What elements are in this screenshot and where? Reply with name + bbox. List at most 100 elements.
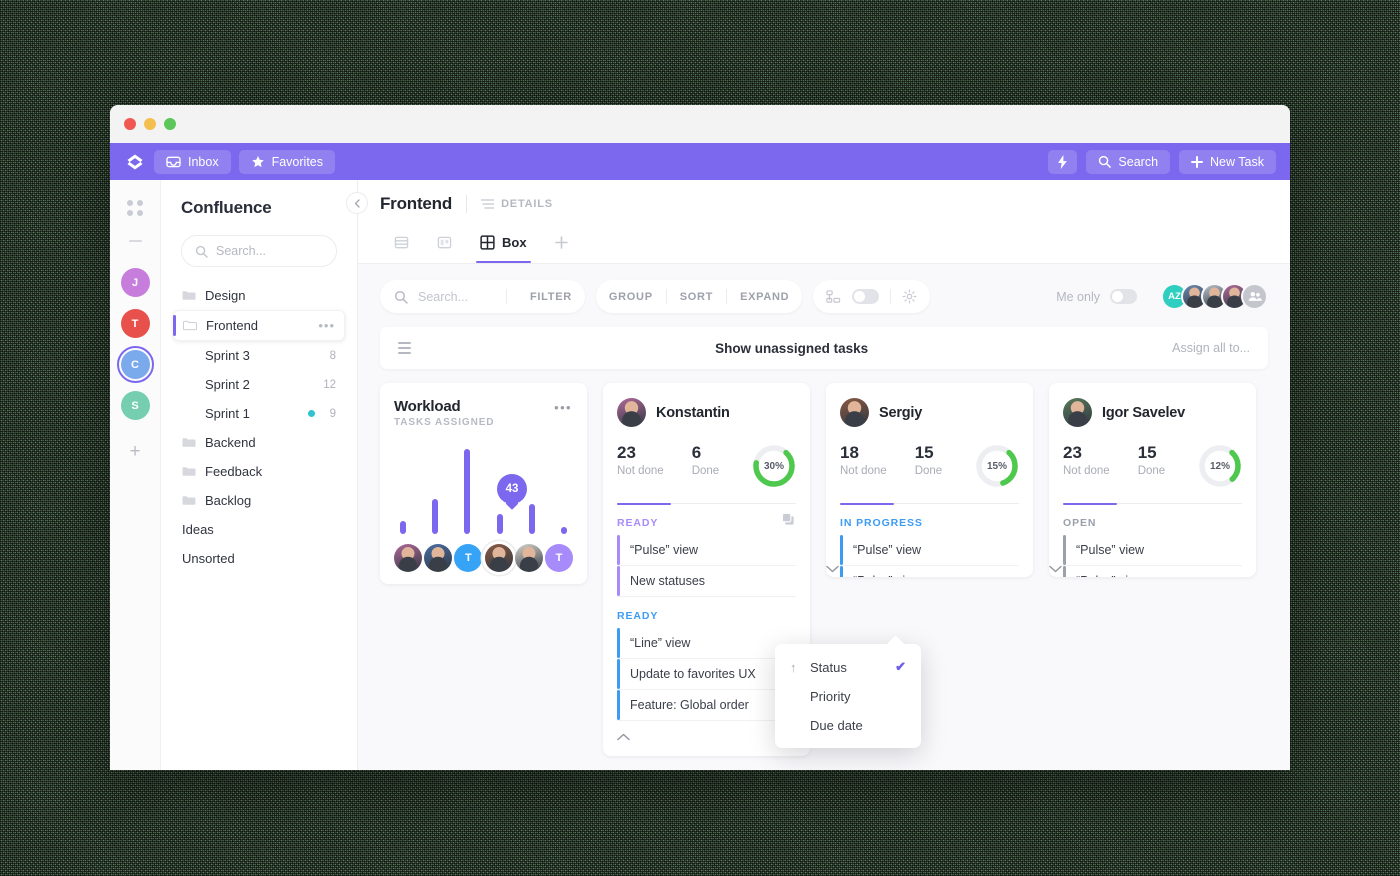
task-row[interactable]: Update to favorites UX	[617, 659, 796, 690]
member-avatar-stack[interactable]: AZ	[1161, 283, 1268, 310]
expand-button[interactable]: EXPAND	[727, 291, 802, 303]
toolbar-search-pill: FILTER	[380, 280, 585, 313]
tab-box-view[interactable]: Box	[466, 228, 541, 263]
expand-card-button[interactable]	[826, 565, 1033, 573]
tab-add-view[interactable]	[541, 229, 582, 262]
sidebar-item-backend[interactable]: Backend	[173, 428, 345, 457]
details-label: DETAILS	[501, 198, 553, 210]
sidebar-item-sprint-3[interactable]: Sprint 3 8	[173, 341, 345, 370]
workload-bar[interactable]	[560, 526, 567, 534]
workload-avatar[interactable]	[394, 544, 422, 572]
gear-icon[interactable]	[902, 289, 917, 304]
tab-box-label: Box	[502, 235, 527, 250]
task-row[interactable]: “Line” view	[617, 628, 796, 659]
section-header: OPEN	[1063, 504, 1242, 535]
search-button[interactable]: Search	[1086, 149, 1171, 174]
task-row[interactable]: “Pulse” view	[617, 535, 796, 566]
group-button[interactable]: GROUP	[596, 291, 666, 303]
filter-button[interactable]: FILTER	[517, 291, 585, 303]
member-card: Igor Savelev 23 Not done 15 Done 12% OPEN “Puls…	[1049, 383, 1256, 577]
stat-not-done: 23 Not done	[617, 443, 664, 476]
sort-button[interactable]: SORT	[667, 291, 726, 303]
main-header: Frontend DETAILS Box	[358, 180, 1290, 264]
workload-avatar[interactable]	[424, 544, 453, 572]
copy-icon[interactable]	[781, 512, 796, 527]
rail-avatar-c[interactable]: C	[116, 346, 154, 383]
sidebar-item-ideas[interactable]: Ideas	[173, 515, 345, 544]
workload-bar[interactable]	[464, 449, 471, 534]
inbox-label: Inbox	[188, 154, 219, 169]
sidebar-item-feedback[interactable]: Feedback	[173, 457, 345, 486]
sidebar-item-backlog[interactable]: Backlog	[173, 486, 345, 515]
workload-subtitle: TASKS ASSIGNED	[394, 417, 495, 428]
sidebar-item-frontend[interactable]: Frontend •••	[173, 310, 345, 341]
quick-actions-button[interactable]	[1048, 149, 1078, 174]
me-only-toggle[interactable]	[1110, 289, 1137, 304]
hierarchy-icon[interactable]	[826, 289, 841, 304]
rail-avatar-t[interactable]: T	[120, 309, 150, 338]
apps-grid-icon[interactable]	[127, 200, 143, 216]
details-button[interactable]: DETAILS	[481, 198, 553, 210]
assign-all-button[interactable]: Assign all to...	[1172, 341, 1250, 355]
window-close-button[interactable]	[124, 118, 136, 130]
workload-bar[interactable]	[400, 521, 406, 534]
new-task-button[interactable]: New Task	[1179, 149, 1276, 174]
dropdown-item-due-date[interactable]: Due date	[775, 711, 921, 740]
dropdown-item-status[interactable]: ↑ Status ✔	[775, 652, 921, 682]
toolbar-search-input[interactable]	[418, 289, 496, 304]
task-row[interactable]: New statuses	[617, 566, 796, 597]
sidebar-item-sprint-2[interactable]: Sprint 2 12	[173, 370, 345, 399]
subtasks-toggle[interactable]	[852, 289, 880, 304]
sidebar-collapse-button[interactable]	[346, 192, 368, 214]
sidebar-item-design[interactable]: Design	[173, 281, 345, 310]
dropdown-item-priority[interactable]: Priority	[775, 682, 921, 711]
sidebar-search[interactable]	[181, 235, 337, 267]
workload-avatar[interactable]: T	[454, 544, 483, 572]
favorites-button[interactable]: Favorites	[238, 149, 335, 174]
stat-not-done: 18 Not done	[840, 443, 887, 476]
avatar-initials: T	[465, 552, 472, 564]
tab-board-view[interactable]	[423, 228, 466, 263]
tab-list-view[interactable]	[380, 228, 423, 263]
toolbar-divider	[890, 289, 892, 304]
workload-bar[interactable]	[496, 513, 503, 534]
sidebar-item-label: Feedback	[205, 464, 263, 479]
card-divider	[1063, 503, 1242, 505]
workload-avatar[interactable]	[514, 544, 543, 572]
sidebar-item-unsorted[interactable]: Unsorted	[173, 544, 345, 573]
sidebar-item-more-button[interactable]: •••	[318, 318, 335, 333]
star-icon	[251, 155, 265, 169]
sidebar-item-label: Unsorted	[182, 551, 235, 566]
avatar[interactable]	[617, 398, 646, 427]
expand-card-button[interactable]	[1049, 565, 1256, 573]
task-row[interactable]: Feature: Global order	[617, 690, 796, 721]
collapse-card-button[interactable]	[617, 721, 796, 741]
avatar-group-overflow[interactable]	[1241, 283, 1268, 310]
inbox-icon	[166, 155, 181, 168]
avatar[interactable]	[1063, 398, 1092, 427]
sidebar-item-count: 12	[323, 378, 336, 391]
favorites-label: Favorites	[271, 154, 323, 169]
workload-avatar[interactable]: T	[544, 544, 573, 572]
workload-bar[interactable]	[528, 503, 535, 534]
rail-avatar-j[interactable]: J	[120, 268, 150, 297]
inbox-button[interactable]: Inbox	[154, 149, 231, 174]
window-minimize-button[interactable]	[144, 118, 156, 130]
workload-bar[interactable]	[432, 499, 439, 534]
workload-avatar[interactable]	[484, 544, 513, 572]
check-icon: ✔	[895, 659, 906, 674]
member-name: Sergiy	[879, 404, 923, 421]
window-titlebar	[110, 105, 1290, 143]
task-row[interactable]: “Pulse” view	[840, 535, 1019, 566]
rail-avatar-s[interactable]: S	[120, 391, 150, 420]
sidebar-search-input[interactable]	[216, 244, 323, 258]
add-workspace-button[interactable]: +	[129, 442, 140, 461]
list-view-icon	[394, 235, 409, 250]
workload-more-button[interactable]: •••	[554, 400, 572, 415]
window-zoom-button[interactable]	[164, 118, 176, 130]
hamburger-icon[interactable]	[398, 342, 411, 354]
avatar[interactable]	[840, 398, 869, 427]
sidebar-item-sprint-1[interactable]: Sprint 1 9	[173, 399, 345, 428]
task-row[interactable]: “Pulse” view	[1063, 535, 1242, 566]
clickup-logo-icon[interactable]	[124, 151, 146, 173]
